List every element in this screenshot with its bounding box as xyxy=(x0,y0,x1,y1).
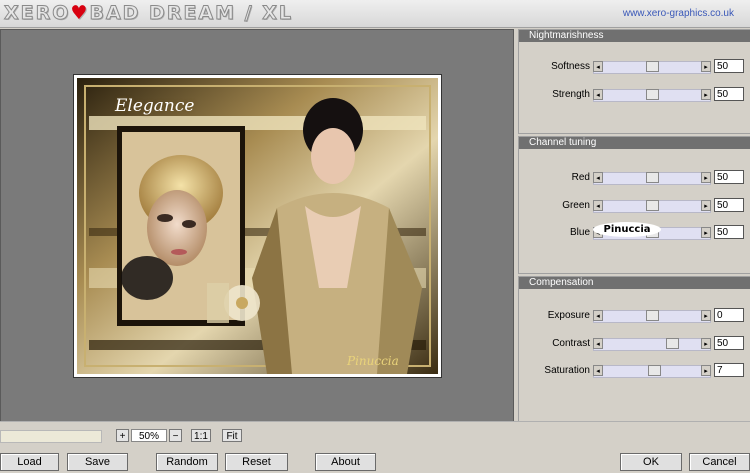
strength-value-field[interactable]: 50 xyxy=(714,87,744,101)
red-slider[interactable]: ◂ ▸ xyxy=(593,172,711,185)
progress-bar xyxy=(0,430,102,443)
slider-thumb[interactable] xyxy=(666,338,680,349)
blue-value-field[interactable]: 50 xyxy=(714,225,744,239)
arrow-right-icon[interactable]: ▸ xyxy=(701,200,711,211)
slider-thumb[interactable] xyxy=(645,89,659,100)
slider-thumb[interactable] xyxy=(647,365,661,376)
slider-row-contrast: Contrast ◂ ▸ 50 xyxy=(519,336,750,352)
group-title: Channel tuning xyxy=(519,137,750,149)
slider-row-exposure: Exposure ◂ ▸ 0 xyxy=(519,308,750,324)
zoom-level-field[interactable]: 50% xyxy=(131,429,167,442)
load-button[interactable]: Load xyxy=(0,453,59,471)
contrast-value-field[interactable]: 50 xyxy=(714,336,744,350)
arrow-left-icon[interactable]: ◂ xyxy=(593,172,603,183)
ok-button[interactable]: OK xyxy=(620,453,682,471)
slider-row-softness: Softness ◂ ▸ 50 xyxy=(519,59,750,75)
slider-thumb[interactable] xyxy=(645,200,659,211)
reset-button[interactable]: Reset xyxy=(225,453,288,471)
arrow-left-icon[interactable]: ◂ xyxy=(593,365,603,376)
arrow-left-icon[interactable]: ◂ xyxy=(593,200,603,211)
slider-thumb[interactable] xyxy=(645,61,659,72)
arrow-right-icon[interactable]: ▸ xyxy=(701,61,711,72)
bottom-toolbar: + 50% − 1:1 Fit Load Save Random Reset A… xyxy=(0,421,750,473)
group-title: Nightmarishness xyxy=(519,30,750,42)
watermark-stamp: Pinuccia xyxy=(593,222,661,237)
save-button[interactable]: Save xyxy=(67,453,128,471)
slider-label: Strength xyxy=(552,89,590,100)
group-compensation: Compensation Exposure ◂ ▸ 0 Contrast ◂ ▸… xyxy=(518,276,750,422)
group-title: Compensation xyxy=(519,277,750,289)
arrow-right-icon[interactable]: ▸ xyxy=(701,365,711,376)
arrow-right-icon[interactable]: ▸ xyxy=(701,89,711,100)
red-value-field[interactable]: 50 xyxy=(714,170,744,184)
preview-image[interactable]: Elegance Pinuccia xyxy=(77,78,438,374)
exposure-slider[interactable]: ◂ ▸ xyxy=(593,310,711,323)
group-channel-tuning: Channel tuning Red ◂ ▸ 50 Green ◂ ▸ 50 B… xyxy=(518,136,750,274)
arrow-right-icon[interactable]: ▸ xyxy=(701,227,711,238)
arrow-left-icon[interactable]: ◂ xyxy=(593,61,603,72)
arrow-left-icon[interactable]: ◂ xyxy=(593,89,603,100)
arrow-right-icon[interactable]: ▸ xyxy=(701,172,711,183)
zoom-in-button[interactable]: + xyxy=(116,429,129,442)
slider-row-red: Red ◂ ▸ 50 xyxy=(519,170,750,186)
zoom-1to1-button[interactable]: 1:1 xyxy=(191,429,211,442)
artwork-signature: Pinuccia xyxy=(347,354,399,368)
saturation-value-field[interactable]: 7 xyxy=(714,363,744,377)
contrast-slider[interactable]: ◂ ▸ xyxy=(593,338,711,351)
preview-artwork xyxy=(77,78,438,374)
slider-label: Saturation xyxy=(544,365,590,376)
slider-label: Softness xyxy=(551,61,590,72)
green-slider[interactable]: ◂ ▸ xyxy=(593,200,711,213)
zoom-fit-button[interactable]: Fit xyxy=(222,429,242,442)
slider-label: Green xyxy=(562,200,590,211)
arrow-left-icon[interactable]: ◂ xyxy=(593,338,603,349)
overlay-title: Elegance xyxy=(115,96,195,116)
about-button[interactable]: About xyxy=(315,453,376,471)
zoom-out-button[interactable]: − xyxy=(169,429,182,442)
slider-label: Contrast xyxy=(552,338,590,349)
preview-frame: Elegance Pinuccia xyxy=(73,74,442,378)
app-logo: XERO♥BAD DREAM / XL xyxy=(3,0,293,26)
green-value-field[interactable]: 50 xyxy=(714,198,744,212)
arrow-right-icon[interactable]: ▸ xyxy=(701,310,711,321)
slider-label: Blue xyxy=(569,227,590,238)
exposure-value-field[interactable]: 0 xyxy=(714,308,744,322)
slider-row-strength: Strength ◂ ▸ 50 xyxy=(519,87,750,103)
softness-value-field[interactable]: 50 xyxy=(714,59,744,73)
arrow-left-icon[interactable]: ◂ xyxy=(593,310,603,321)
strength-slider[interactable]: ◂ ▸ xyxy=(593,89,711,102)
title-bar: XERO♥BAD DREAM / XL www.xero-graphics.co… xyxy=(0,0,750,28)
slider-row-saturation: Saturation ◂ ▸ 7 xyxy=(519,363,750,379)
slider-row-green: Green ◂ ▸ 50 xyxy=(519,198,750,214)
saturation-slider[interactable]: ◂ ▸ xyxy=(593,365,711,378)
heart-icon: ♥ xyxy=(70,2,90,24)
arrow-right-icon[interactable]: ▸ xyxy=(701,338,711,349)
website-link[interactable]: www.xero-graphics.co.uk xyxy=(623,8,734,19)
logo-xero: XERO xyxy=(3,2,71,25)
slider-thumb[interactable] xyxy=(645,310,659,321)
slider-label: Exposure xyxy=(547,310,590,321)
random-button[interactable]: Random xyxy=(156,453,218,471)
logo-bad-dream: BAD DREAM / XL xyxy=(89,2,293,25)
cancel-button[interactable]: Cancel xyxy=(689,453,750,471)
group-nightmarishness: Nightmarishness Softness ◂ ▸ 50 Strength… xyxy=(518,29,750,134)
slider-label: Red xyxy=(571,172,590,183)
slider-thumb[interactable] xyxy=(645,172,659,183)
preview-area[interactable]: Elegance Pinuccia xyxy=(0,29,514,422)
softness-slider[interactable]: ◂ ▸ xyxy=(593,61,711,74)
